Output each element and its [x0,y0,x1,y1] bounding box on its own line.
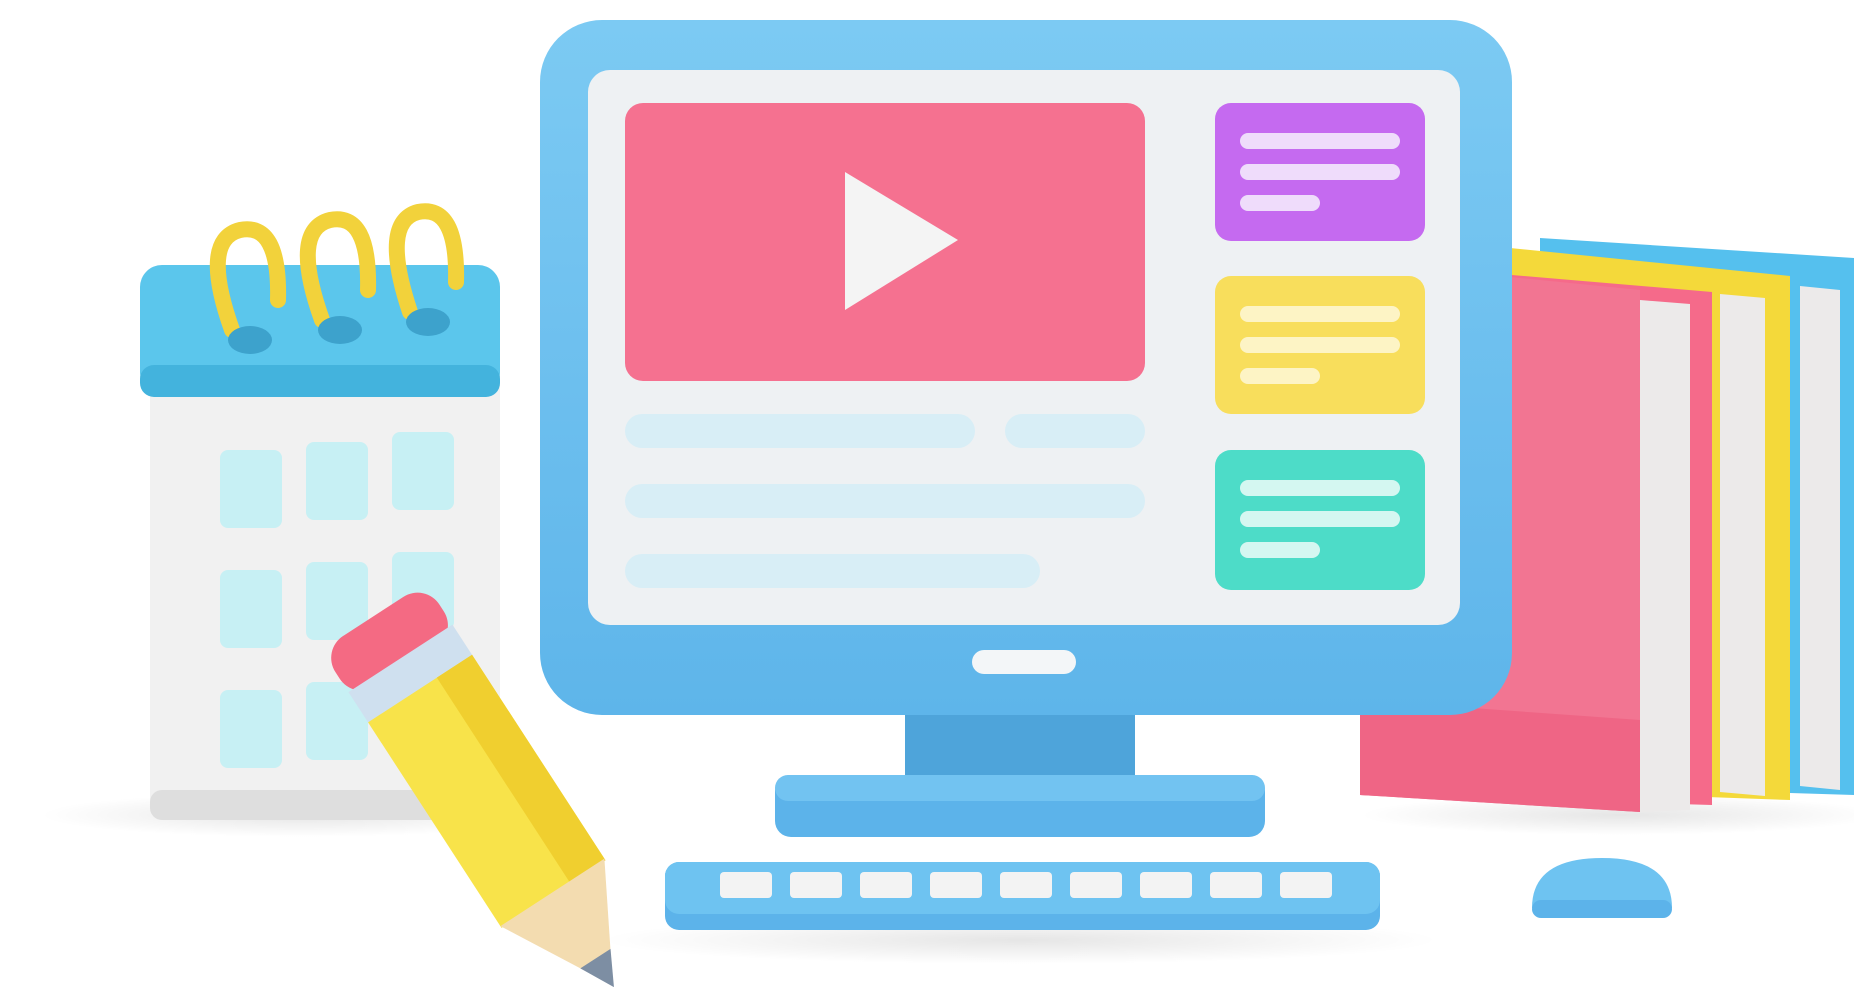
keyboard-key [1210,872,1262,898]
card-line [1240,133,1400,149]
book-pink-pages [1640,300,1690,812]
book-yellow-pages [1720,294,1765,796]
monitor-icon [540,20,1512,837]
card-line [1240,368,1320,384]
calendar-cell [220,450,282,528]
card-line [1240,511,1400,527]
monitor-stand-base-top [775,775,1265,801]
monitor-power-button[interactable] [972,650,1076,674]
calendar-cell [392,432,454,510]
card-line [1240,542,1320,558]
calendar-header-shade [140,365,500,397]
mouse-base [1532,900,1672,918]
card-line [1240,164,1400,180]
book-blue-pages [1800,286,1840,790]
keyboard-keys [720,872,1332,898]
side-card-yellow[interactable] [1215,276,1425,414]
elearning-illustration [40,20,1854,987]
calendar-cell [220,690,282,768]
side-card-purple[interactable] [1215,103,1425,241]
keyboard-key [720,872,772,898]
text-line [625,484,1145,518]
text-line [625,554,1040,588]
keyboard-key [930,872,982,898]
card-line [1240,337,1400,353]
text-line [1005,414,1145,448]
side-card-teal[interactable] [1215,450,1425,590]
text-line [625,414,975,448]
keyboard-key [860,872,912,898]
keyboard-key [1000,872,1052,898]
video-player[interactable] [625,103,1145,381]
keyboard-key [790,872,842,898]
keyboard-icon [665,862,1380,930]
keyboard-key [1280,872,1332,898]
keyboard-key [1070,872,1122,898]
calendar-cell [306,442,368,520]
card-line [1240,306,1400,322]
card-line [1240,480,1400,496]
keyboard-key [1140,872,1192,898]
card-line [1240,195,1320,211]
calendar-cell [220,570,282,648]
mouse-icon [1532,858,1672,918]
